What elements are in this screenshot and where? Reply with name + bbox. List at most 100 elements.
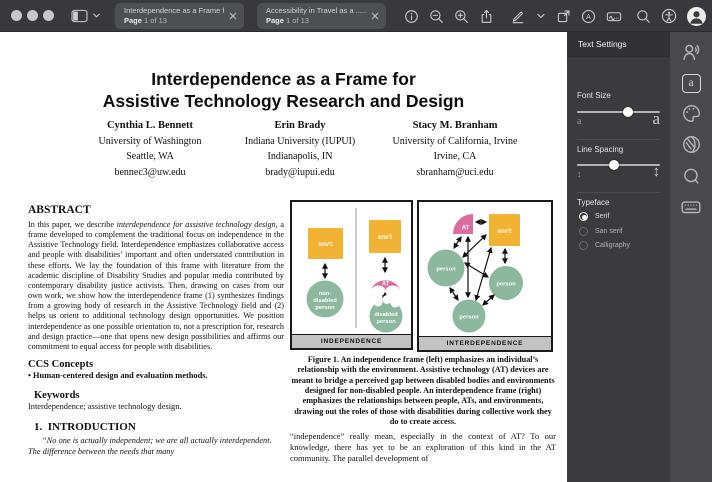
figure-1: env't non- disabled person env't AT disa… <box>290 200 556 352</box>
divider <box>577 139 660 140</box>
window-controls <box>11 10 54 21</box>
page-theme-icon <box>682 135 700 153</box>
reader-view-icon[interactable]: A <box>581 9 596 24</box>
read-aloud-icon <box>682 44 699 60</box>
minimize-window-button[interactable] <box>27 10 38 21</box>
close-tab-icon[interactable] <box>228 11 238 21</box>
accessibility-toolbar: a <box>670 32 712 482</box>
toolbar: Interdependence as a Frame for ..... Pag… <box>0 0 712 32</box>
svg-text:person: person <box>315 305 335 311</box>
palette-icon <box>682 104 700 122</box>
line-spacing-max-icon: ↕ <box>652 164 661 180</box>
accessibility-icon[interactable] <box>661 8 677 24</box>
line-spacing-slider-thumb[interactable] <box>609 159 620 170</box>
font-size-slider-thumb[interactable] <box>623 106 634 117</box>
author-block: Cynthia L. Bennett University of Washing… <box>0 118 567 198</box>
theme-palette-button[interactable] <box>679 101 703 125</box>
tab-page-info: Page 1 of 13 <box>266 15 309 25</box>
svg-text:person: person <box>376 319 396 325</box>
page-theme-button[interactable] <box>679 132 703 156</box>
markup-pencil-icon[interactable] <box>510 8 526 24</box>
tab-interdependence[interactable]: Interdependence as a Frame for ..... Pag… <box>115 2 244 29</box>
pdf-reader-window: Interdependence as a Frame for ..... Pag… <box>0 0 712 482</box>
author-3: Stacy M. Branham University of Californi… <box>392 120 518 178</box>
keywords-text: Interdependence; assistive technology de… <box>28 401 182 411</box>
font-size-label: Font Size <box>577 91 611 100</box>
svg-text:env't: env't <box>378 235 392 241</box>
svg-text:person: person <box>496 282 516 288</box>
tab-title: Interdependence as a Frame for ..... <box>124 5 224 15</box>
svg-text:disabled: disabled <box>374 312 398 318</box>
account-avatar-button[interactable] <box>687 6 706 26</box>
typeface-option-sans-serif[interactable]: San serif <box>579 227 623 236</box>
svg-text:disabled: disabled <box>313 298 337 304</box>
font-size-max-icon: a <box>652 109 660 128</box>
svg-text:person: person <box>459 315 479 321</box>
independence-label: INDEPENDENCE <box>292 334 411 348</box>
info-icon[interactable] <box>404 9 419 24</box>
chevron-down-icon[interactable] <box>536 11 546 21</box>
signature-icon[interactable] <box>606 9 622 24</box>
search-icon[interactable] <box>636 9 651 24</box>
introduction-quote: “No one is actually independent; we are … <box>28 436 272 456</box>
svg-text:AT: AT <box>382 282 390 288</box>
sidebar-icon <box>71 9 88 22</box>
figure-interdependence-panel: AT env't person person person INTERDEPEN… <box>417 200 553 352</box>
right-column: env't non- disabled person env't AT disa… <box>290 200 556 482</box>
radio-icon <box>579 227 588 236</box>
text-settings-icon: a <box>681 73 701 93</box>
font-size-min-icon: a <box>577 116 582 127</box>
tab-bar: Interdependence as a Frame for ..... Pag… <box>115 2 386 29</box>
line-spacing-slider[interactable] <box>577 159 660 170</box>
close-window-button[interactable] <box>11 10 22 21</box>
zoom-window-button[interactable] <box>43 10 54 21</box>
radio-icon <box>579 241 588 250</box>
interdependence-label: INTERDEPENDENCE <box>419 336 551 350</box>
read-aloud-button[interactable] <box>679 39 703 63</box>
line-spacing-label: Line Spacing <box>577 145 624 154</box>
tab-accessibility-in-travel[interactable]: Accessibility in Travel as a ..... Page … <box>257 2 386 29</box>
text-settings-button[interactable]: a <box>679 71 703 95</box>
figure-independence-panel: env't non- disabled person env't AT disa… <box>290 200 413 350</box>
typeface-label: Typeface <box>577 198 610 207</box>
ccs-item: • Human-centered design and evaluation m… <box>28 371 208 381</box>
open-in-new-window-icon[interactable] <box>556 9 571 24</box>
sidebar-toggle-button[interactable] <box>71 9 101 23</box>
close-tab-icon[interactable] <box>370 11 380 21</box>
tab-title: Accessibility in Travel as a ..... <box>266 5 366 15</box>
tab-page-info: Page 1 of 13 <box>124 15 167 25</box>
zoom-in-icon[interactable] <box>454 9 469 24</box>
paper-title: Interdependence as a Frame for Assistive… <box>102 69 465 111</box>
left-column: ABSTRACT In this paper, we describe inte… <box>28 204 284 482</box>
keywords-heading: Keywords <box>34 389 80 401</box>
keyboard-button[interactable] <box>679 195 703 219</box>
typeface-option-calligraphy[interactable]: Calligraphy <box>579 241 630 250</box>
ccs-heading: CCS Concepts <box>28 359 94 371</box>
body-text: “independence” really mean, especially i… <box>290 431 556 464</box>
svg-text:AT: AT <box>462 226 470 232</box>
pdf-page[interactable]: Interdependence as a Frame for Assistive… <box>0 32 567 482</box>
user-icon <box>690 10 703 24</box>
toolbar-actions: A <box>404 0 706 32</box>
abstract-heading: ABSTRACT <box>28 204 91 216</box>
search-icon <box>683 168 699 184</box>
independence-diagram: env't non- disabled person env't AT disa… <box>306 208 403 333</box>
keyboard-icon <box>681 201 701 214</box>
panel-title: Text Settings <box>567 32 670 57</box>
introduction-heading: 1. INTRODUCTION <box>34 421 136 434</box>
text-settings-panel: Text Settings Font Size a a Line Spacing… <box>567 32 670 482</box>
figure-caption: Figure 1. An independence frame (left) e… <box>291 355 555 427</box>
svg-text:person: person <box>436 267 456 273</box>
chevron-down-icon <box>93 13 100 18</box>
radio-icon <box>579 212 588 221</box>
font-size-slider[interactable] <box>577 106 660 117</box>
share-icon[interactable] <box>479 9 494 24</box>
svg-text:env't: env't <box>319 242 333 248</box>
line-spacing-min-icon: ↕ <box>577 169 582 179</box>
search-button[interactable] <box>679 164 703 188</box>
zoom-out-icon[interactable] <box>429 9 444 24</box>
svg-text:env't: env't <box>498 229 512 235</box>
typeface-option-serif[interactable]: Serif <box>579 212 609 221</box>
interdependence-diagram: AT env't person person person <box>427 214 523 333</box>
svg-text:non-: non- <box>319 291 332 297</box>
